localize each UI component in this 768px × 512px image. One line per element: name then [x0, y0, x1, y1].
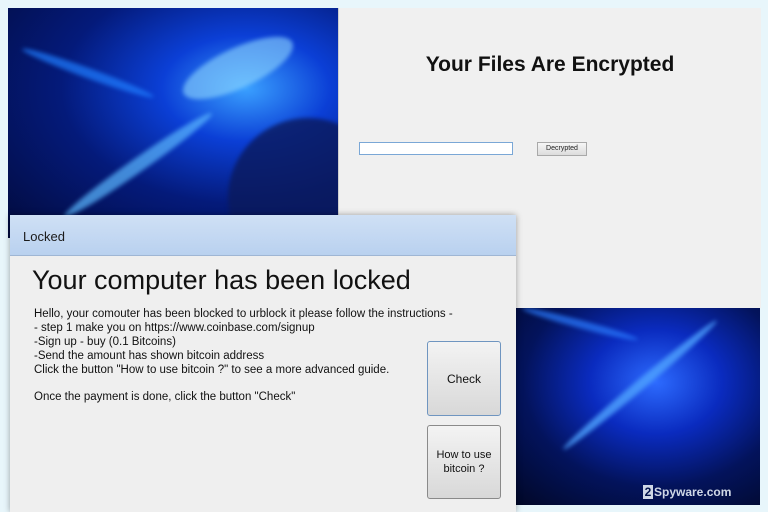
window-title: Locked	[23, 229, 65, 244]
background-image-blue-abstract-bottom	[500, 300, 760, 505]
watermark-prefix: 2	[643, 485, 653, 499]
howto-line-1: How to use	[436, 449, 492, 461]
background-image-blue-abstract-top	[8, 8, 348, 238]
check-button-label: Check	[446, 371, 481, 386]
how-to-use-bitcoin-button[interactable]: How to use bitcoin ?	[427, 425, 501, 499]
decrypted-button[interactable]: Decrypted	[537, 142, 587, 156]
watermark-logo: 2 Spyware.com	[643, 485, 731, 499]
instruction-line: Hello, your comouter has been blocked to…	[34, 308, 453, 320]
watermark-text: Spyware.com	[654, 485, 732, 499]
locked-heading: Your computer has been locked	[32, 265, 411, 295]
instruction-line: -Send the amount has shown bitcoin addre…	[34, 350, 265, 362]
instruction-line: Click the button "How to use bitcoin ?" …	[34, 364, 390, 376]
howto-line-2: bitcoin ?	[443, 463, 485, 475]
how-to-use-bitcoin-label: How to use bitcoin ?	[436, 448, 491, 476]
encrypted-window-title: Your Files Are Encrypted	[425, 53, 675, 76]
locked-window: Locked Your computer has been locked Hel…	[10, 215, 516, 512]
check-button[interactable]: Check	[427, 341, 501, 416]
window-titlebar: Locked	[10, 215, 516, 256]
instruction-line: -Sign up - buy (0.1 Bitcoins)	[34, 336, 176, 348]
decryption-key-input[interactable]	[359, 142, 513, 155]
instructions-text: Hello, your comouter has been blocked to…	[34, 307, 453, 404]
instruction-line: Once the payment is done, click the butt…	[34, 391, 296, 403]
instruction-line: - step 1 make you on https://www.coinbas…	[34, 322, 315, 334]
